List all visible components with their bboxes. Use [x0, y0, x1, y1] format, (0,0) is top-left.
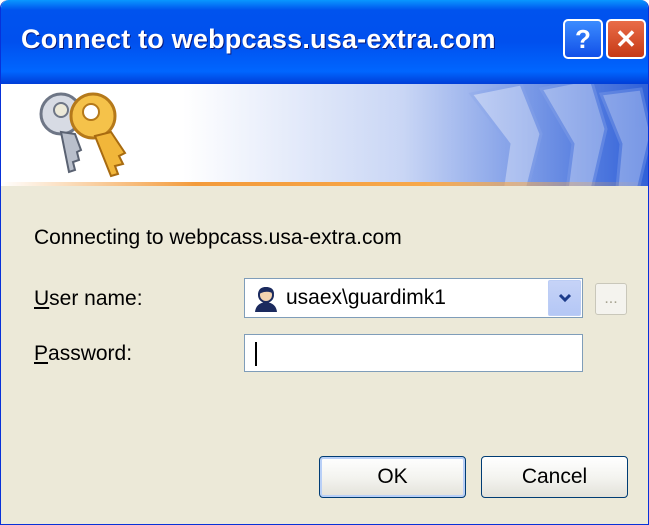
- help-button[interactable]: ?: [563, 19, 603, 59]
- text-caret: [255, 342, 257, 366]
- cancel-button[interactable]: Cancel: [481, 456, 628, 498]
- user-name-accelerator: U: [34, 287, 50, 310]
- window-title: Connect to webpcass.usa-extra.com: [21, 24, 496, 54]
- connecting-message: Connecting to webpcass.usa-extra.com: [34, 226, 402, 249]
- user-account-icon: [255, 287, 277, 312]
- browse-credentials-button[interactable]: ...: [595, 283, 627, 315]
- password-label-text: assword:: [48, 342, 133, 365]
- title-bar[interactable]: Connect to webpcass.usa-extra.com ? ✕: [1, 0, 648, 84]
- keys-watermark-icon: [468, 84, 648, 186]
- user-name-label: User name:: [34, 287, 143, 311]
- user-name-dropdown-button[interactable]: [548, 280, 581, 316]
- user-name-combobox[interactable]: usaex\guardimk1: [244, 278, 583, 318]
- password-accelerator: P: [34, 342, 49, 365]
- password-field[interactable]: [244, 334, 583, 372]
- login-dialog: Connect to webpcass.usa-extra.com ? ✕ Co…: [0, 0, 649, 525]
- banner-accent-line: [1, 182, 648, 186]
- user-name-label-text: ser name:: [49, 287, 143, 310]
- password-label: Password:: [34, 342, 132, 366]
- user-name-value: usaex\guardimk1: [286, 286, 446, 309]
- close-button[interactable]: ✕: [606, 19, 646, 59]
- keys-icon: [39, 92, 127, 178]
- ok-button[interactable]: OK: [319, 456, 466, 498]
- dialog-banner: [1, 84, 648, 186]
- chevron-down-icon: [558, 293, 571, 303]
